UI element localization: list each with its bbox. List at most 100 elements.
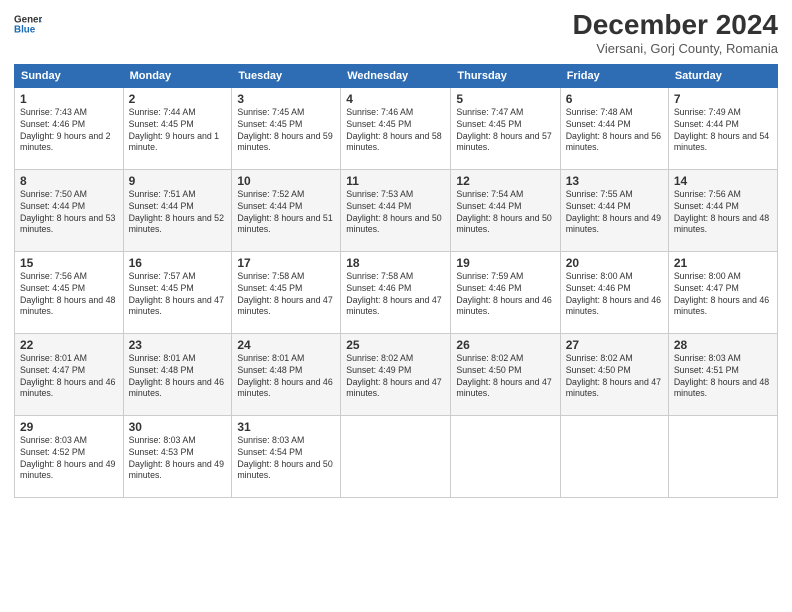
calendar-cell: 7 Sunrise: 7:49 AMSunset: 4:44 PMDayligh… bbox=[668, 87, 777, 169]
day-info: Sunrise: 8:01 AMSunset: 4:48 PMDaylight:… bbox=[237, 353, 332, 399]
day-number: 12 bbox=[456, 174, 554, 188]
calendar-cell: 1 Sunrise: 7:43 AMSunset: 4:46 PMDayligh… bbox=[15, 87, 124, 169]
col-friday: Friday bbox=[560, 64, 668, 87]
calendar-cell bbox=[341, 415, 451, 497]
day-info: Sunrise: 7:55 AMSunset: 4:44 PMDaylight:… bbox=[566, 189, 661, 235]
day-number: 20 bbox=[566, 256, 663, 270]
logo: General Blue bbox=[14, 10, 42, 38]
location-subtitle: Viersani, Gorj County, Romania bbox=[573, 41, 778, 56]
day-info: Sunrise: 7:44 AMSunset: 4:45 PMDaylight:… bbox=[129, 107, 219, 153]
calendar-cell: 22 Sunrise: 8:01 AMSunset: 4:47 PMDaylig… bbox=[15, 333, 124, 415]
calendar-cell: 5 Sunrise: 7:47 AMSunset: 4:45 PMDayligh… bbox=[451, 87, 560, 169]
day-number: 24 bbox=[237, 338, 335, 352]
title-block: December 2024 Viersani, Gorj County, Rom… bbox=[573, 10, 778, 56]
calendar-cell bbox=[668, 415, 777, 497]
day-info: Sunrise: 7:45 AMSunset: 4:45 PMDaylight:… bbox=[237, 107, 332, 153]
day-number: 30 bbox=[129, 420, 227, 434]
day-info: Sunrise: 8:01 AMSunset: 4:47 PMDaylight:… bbox=[20, 353, 115, 399]
day-info: Sunrise: 7:52 AMSunset: 4:44 PMDaylight:… bbox=[237, 189, 332, 235]
calendar-cell: 26 Sunrise: 8:02 AMSunset: 4:50 PMDaylig… bbox=[451, 333, 560, 415]
day-info: Sunrise: 7:57 AMSunset: 4:45 PMDaylight:… bbox=[129, 271, 224, 317]
day-info: Sunrise: 8:03 AMSunset: 4:54 PMDaylight:… bbox=[237, 435, 332, 481]
calendar-cell: 15 Sunrise: 7:56 AMSunset: 4:45 PMDaylig… bbox=[15, 251, 124, 333]
calendar-cell bbox=[451, 415, 560, 497]
day-info: Sunrise: 7:58 AMSunset: 4:45 PMDaylight:… bbox=[237, 271, 332, 317]
day-number: 15 bbox=[20, 256, 118, 270]
day-info: Sunrise: 8:03 AMSunset: 4:53 PMDaylight:… bbox=[129, 435, 224, 481]
calendar: Sunday Monday Tuesday Wednesday Thursday… bbox=[14, 64, 778, 498]
calendar-cell: 12 Sunrise: 7:54 AMSunset: 4:44 PMDaylig… bbox=[451, 169, 560, 251]
day-number: 31 bbox=[237, 420, 335, 434]
calendar-cell: 14 Sunrise: 7:56 AMSunset: 4:44 PMDaylig… bbox=[668, 169, 777, 251]
calendar-cell: 8 Sunrise: 7:50 AMSunset: 4:44 PMDayligh… bbox=[15, 169, 124, 251]
calendar-cell: 23 Sunrise: 8:01 AMSunset: 4:48 PMDaylig… bbox=[123, 333, 232, 415]
calendar-cell: 21 Sunrise: 8:00 AMSunset: 4:47 PMDaylig… bbox=[668, 251, 777, 333]
day-info: Sunrise: 8:03 AMSunset: 4:51 PMDaylight:… bbox=[674, 353, 769, 399]
calendar-cell: 28 Sunrise: 8:03 AMSunset: 4:51 PMDaylig… bbox=[668, 333, 777, 415]
day-number: 17 bbox=[237, 256, 335, 270]
day-number: 11 bbox=[346, 174, 445, 188]
day-info: Sunrise: 8:00 AMSunset: 4:47 PMDaylight:… bbox=[674, 271, 769, 317]
calendar-cell: 25 Sunrise: 8:02 AMSunset: 4:49 PMDaylig… bbox=[341, 333, 451, 415]
calendar-cell: 31 Sunrise: 8:03 AMSunset: 4:54 PMDaylig… bbox=[232, 415, 341, 497]
day-number: 19 bbox=[456, 256, 554, 270]
day-number: 9 bbox=[129, 174, 227, 188]
day-number: 5 bbox=[456, 92, 554, 106]
calendar-cell: 24 Sunrise: 8:01 AMSunset: 4:48 PMDaylig… bbox=[232, 333, 341, 415]
day-info: Sunrise: 7:50 AMSunset: 4:44 PMDaylight:… bbox=[20, 189, 115, 235]
month-title: December 2024 bbox=[573, 10, 778, 41]
week-row-5: 29 Sunrise: 8:03 AMSunset: 4:52 PMDaylig… bbox=[15, 415, 778, 497]
calendar-header-row: Sunday Monday Tuesday Wednesday Thursday… bbox=[15, 64, 778, 87]
day-info: Sunrise: 8:02 AMSunset: 4:50 PMDaylight:… bbox=[566, 353, 661, 399]
day-number: 4 bbox=[346, 92, 445, 106]
day-info: Sunrise: 7:48 AMSunset: 4:44 PMDaylight:… bbox=[566, 107, 661, 153]
calendar-cell: 10 Sunrise: 7:52 AMSunset: 4:44 PMDaylig… bbox=[232, 169, 341, 251]
week-row-3: 15 Sunrise: 7:56 AMSunset: 4:45 PMDaylig… bbox=[15, 251, 778, 333]
calendar-cell: 11 Sunrise: 7:53 AMSunset: 4:44 PMDaylig… bbox=[341, 169, 451, 251]
day-number: 18 bbox=[346, 256, 445, 270]
day-info: Sunrise: 7:49 AMSunset: 4:44 PMDaylight:… bbox=[674, 107, 769, 153]
day-info: Sunrise: 8:02 AMSunset: 4:49 PMDaylight:… bbox=[346, 353, 441, 399]
day-info: Sunrise: 8:01 AMSunset: 4:48 PMDaylight:… bbox=[129, 353, 224, 399]
week-row-4: 22 Sunrise: 8:01 AMSunset: 4:47 PMDaylig… bbox=[15, 333, 778, 415]
day-info: Sunrise: 7:46 AMSunset: 4:45 PMDaylight:… bbox=[346, 107, 441, 153]
day-info: Sunrise: 7:43 AMSunset: 4:46 PMDaylight:… bbox=[20, 107, 110, 153]
calendar-cell: 29 Sunrise: 8:03 AMSunset: 4:52 PMDaylig… bbox=[15, 415, 124, 497]
calendar-cell: 17 Sunrise: 7:58 AMSunset: 4:45 PMDaylig… bbox=[232, 251, 341, 333]
col-saturday: Saturday bbox=[668, 64, 777, 87]
day-info: Sunrise: 8:03 AMSunset: 4:52 PMDaylight:… bbox=[20, 435, 115, 481]
calendar-cell: 20 Sunrise: 8:00 AMSunset: 4:46 PMDaylig… bbox=[560, 251, 668, 333]
day-number: 13 bbox=[566, 174, 663, 188]
day-number: 28 bbox=[674, 338, 772, 352]
day-number: 16 bbox=[129, 256, 227, 270]
calendar-body: 1 Sunrise: 7:43 AMSunset: 4:46 PMDayligh… bbox=[15, 87, 778, 497]
day-info: Sunrise: 7:54 AMSunset: 4:44 PMDaylight:… bbox=[456, 189, 551, 235]
col-wednesday: Wednesday bbox=[341, 64, 451, 87]
svg-text:Blue: Blue bbox=[14, 24, 36, 35]
calendar-cell: 9 Sunrise: 7:51 AMSunset: 4:44 PMDayligh… bbox=[123, 169, 232, 251]
calendar-cell: 18 Sunrise: 7:58 AMSunset: 4:46 PMDaylig… bbox=[341, 251, 451, 333]
day-number: 2 bbox=[129, 92, 227, 106]
day-info: Sunrise: 7:58 AMSunset: 4:46 PMDaylight:… bbox=[346, 271, 441, 317]
day-number: 7 bbox=[674, 92, 772, 106]
col-sunday: Sunday bbox=[15, 64, 124, 87]
col-tuesday: Tuesday bbox=[232, 64, 341, 87]
day-info: Sunrise: 7:59 AMSunset: 4:46 PMDaylight:… bbox=[456, 271, 551, 317]
day-number: 23 bbox=[129, 338, 227, 352]
calendar-cell: 2 Sunrise: 7:44 AMSunset: 4:45 PMDayligh… bbox=[123, 87, 232, 169]
col-monday: Monday bbox=[123, 64, 232, 87]
header: General Blue December 2024 Viersani, Gor… bbox=[14, 10, 778, 56]
day-number: 6 bbox=[566, 92, 663, 106]
day-number: 21 bbox=[674, 256, 772, 270]
day-number: 10 bbox=[237, 174, 335, 188]
day-info: Sunrise: 7:47 AMSunset: 4:45 PMDaylight:… bbox=[456, 107, 551, 153]
page: General Blue December 2024 Viersani, Gor… bbox=[0, 0, 792, 612]
day-number: 25 bbox=[346, 338, 445, 352]
day-info: Sunrise: 7:56 AMSunset: 4:44 PMDaylight:… bbox=[674, 189, 769, 235]
day-info: Sunrise: 8:00 AMSunset: 4:46 PMDaylight:… bbox=[566, 271, 661, 317]
calendar-cell: 3 Sunrise: 7:45 AMSunset: 4:45 PMDayligh… bbox=[232, 87, 341, 169]
day-number: 3 bbox=[237, 92, 335, 106]
day-number: 26 bbox=[456, 338, 554, 352]
week-row-1: 1 Sunrise: 7:43 AMSunset: 4:46 PMDayligh… bbox=[15, 87, 778, 169]
calendar-cell: 13 Sunrise: 7:55 AMSunset: 4:44 PMDaylig… bbox=[560, 169, 668, 251]
